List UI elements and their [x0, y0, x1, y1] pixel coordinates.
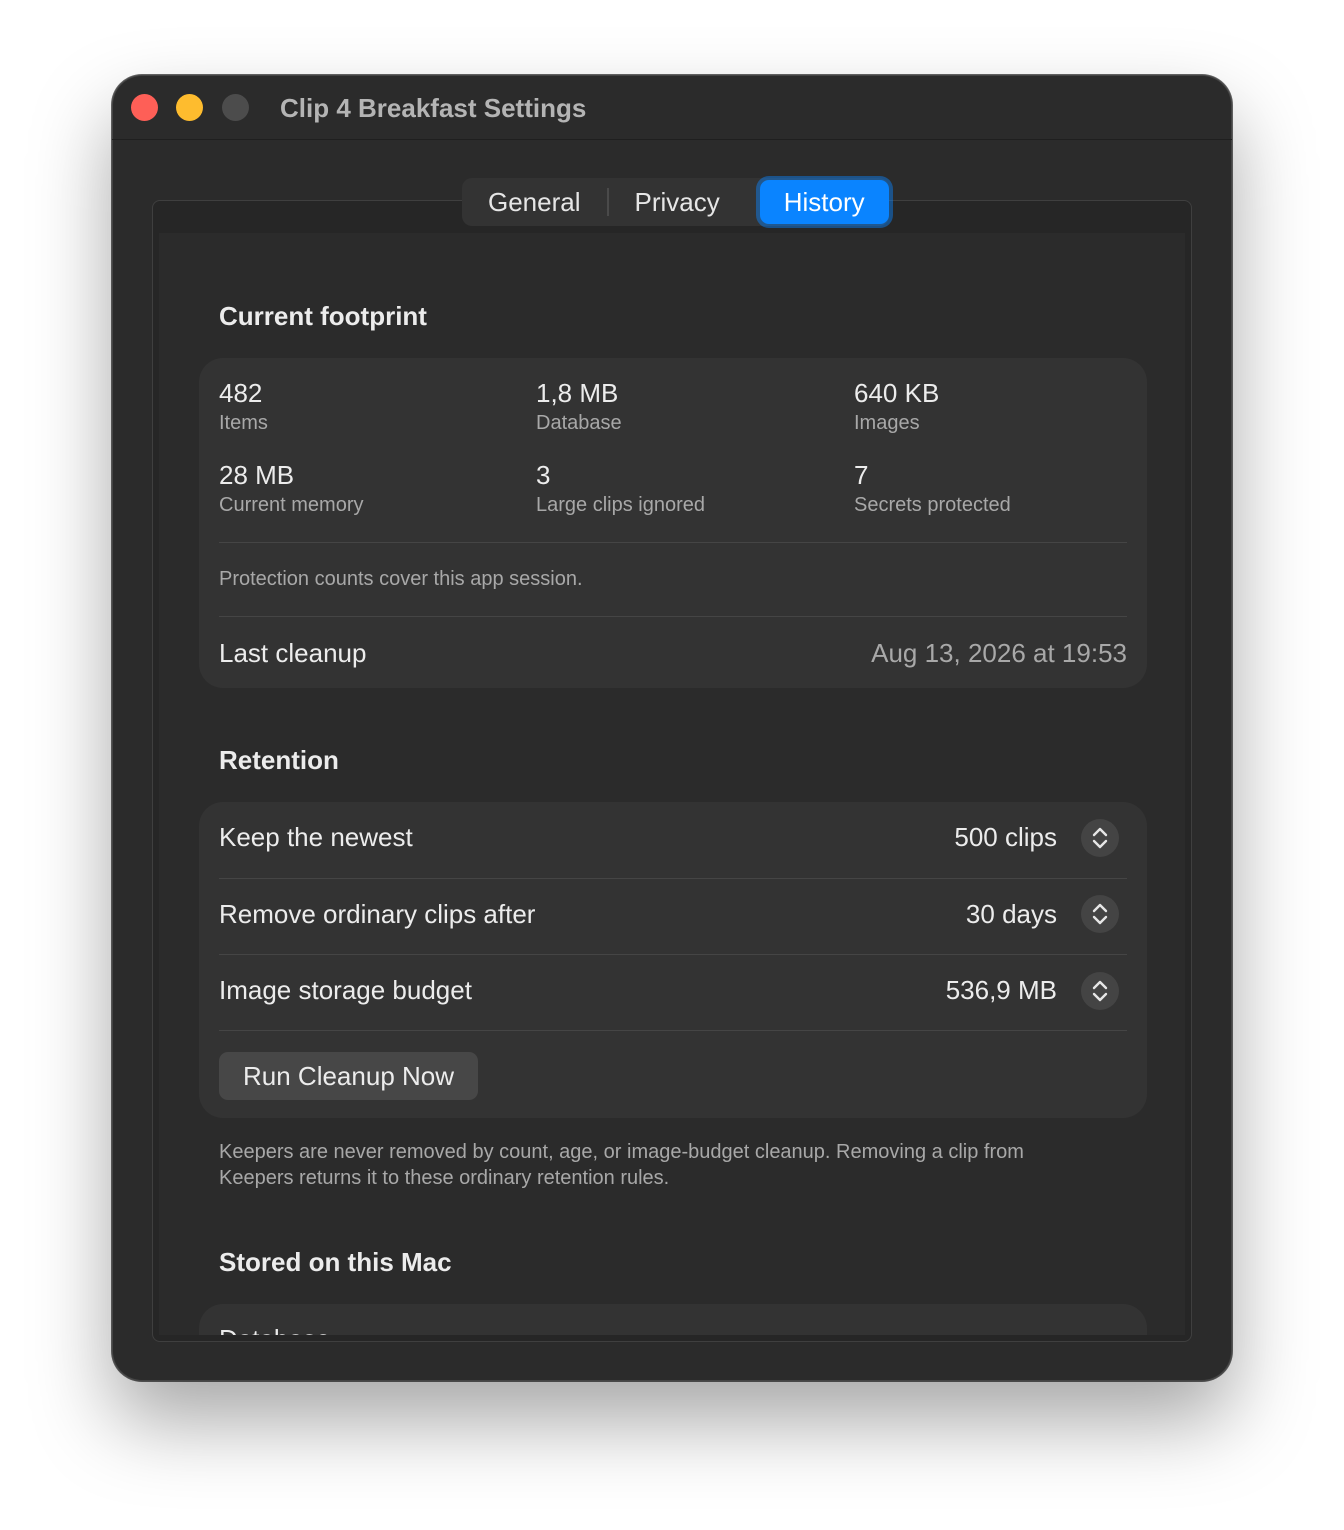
settings-window: Clip 4 Breakfast Settings Current footpr…: [112, 75, 1232, 1381]
divider: [219, 1030, 1127, 1031]
remove-after-value: 30 days: [965, 899, 1057, 929]
tab-history[interactable]: History: [759, 180, 889, 224]
stored-card: Database: [199, 1304, 1147, 1335]
tab-privacy[interactable]: Privacy: [609, 178, 746, 226]
keepers-note-line: Keepers are never removed by count, age,…: [219, 1141, 1024, 1163]
chevron-up-down-icon: [1092, 827, 1108, 849]
stat-secrets-protected: 7 Secrets protected: [854, 460, 1011, 517]
stat-current-memory: 28 MB Current memory: [219, 460, 363, 517]
window-title: Clip 4 Breakfast Settings: [280, 93, 587, 123]
tab-general[interactable]: General: [462, 178, 607, 226]
footprint-card: 482 Items 1,8 MB Database 640 KB Images …: [199, 358, 1147, 688]
close-window-button[interactable]: [131, 94, 158, 121]
remove-after-label: Remove ordinary clips after: [219, 899, 536, 929]
stat-label: Secrets protected: [854, 494, 1011, 516]
divider: [219, 542, 1127, 543]
stat-value: 3: [536, 460, 551, 490]
stat-label: Current memory: [219, 494, 364, 516]
stored-section-title: Stored on this Mac: [219, 1247, 452, 1277]
protection-note: Protection counts cover this app session…: [219, 568, 583, 590]
stat-value: 7: [854, 460, 869, 490]
stat-label: Database: [536, 412, 622, 434]
image-budget-value: 536,9 MB: [945, 975, 1057, 1005]
last-cleanup-value: Aug 13, 2026 at 19:53: [871, 638, 1127, 668]
last-cleanup-label: Last cleanup: [219, 638, 367, 668]
divider: [219, 954, 1127, 955]
minimize-window-button[interactable]: [176, 94, 203, 121]
chevron-up-down-icon: [1092, 980, 1108, 1002]
chevron-up-down-icon: [1092, 903, 1108, 925]
footprint-section-title: Current footprint: [219, 301, 427, 331]
stat-value: 28 MB: [219, 460, 295, 490]
tab-bar: General Privacy History: [462, 178, 889, 226]
keep-newest-value: 500 clips: [954, 822, 1057, 852]
zoom-window-button[interactable]: [222, 94, 249, 121]
stat-label: Large clips ignored: [536, 494, 705, 516]
stat-value: 640 KB: [854, 378, 940, 408]
image-budget-stepper[interactable]: [1081, 972, 1119, 1010]
stat-images: 640 KB Images: [854, 378, 939, 435]
stored-database-label: Database: [219, 1324, 330, 1335]
stat-value: 482: [219, 378, 263, 408]
run-cleanup-button[interactable]: Run Cleanup Now: [219, 1052, 479, 1100]
tab-content: Current footprint 482 Items 1,8 MB Datab…: [159, 233, 1185, 1335]
image-budget-label: Image storage budget: [219, 975, 472, 1005]
stat-database: 1,8 MB Database: [536, 378, 622, 435]
divider: [219, 616, 1127, 617]
divider: [219, 878, 1127, 879]
keepers-note: Keepers are never removed by count, age,…: [219, 1139, 1024, 1191]
stat-items: 482 Items: [219, 378, 268, 435]
stat-large-clips-ignored: 3 Large clips ignored: [536, 460, 705, 517]
keep-newest-label: Keep the newest: [219, 822, 413, 852]
stat-label: Items: [219, 412, 268, 434]
stat-label: Images: [854, 412, 920, 434]
title-bar: Clip 4 Breakfast Settings: [112, 75, 1232, 140]
keepers-note-line: Keepers returns it to these ordinary ret…: [219, 1167, 670, 1189]
retention-card: Keep the newest 500 clips Remove ordinar…: [199, 802, 1147, 1118]
retention-section-title: Retention: [219, 745, 339, 775]
stat-value: 1,8 MB: [536, 378, 619, 408]
keep-newest-stepper[interactable]: [1081, 819, 1119, 857]
tab-panel: Current footprint 482 Items 1,8 MB Datab…: [152, 200, 1192, 1342]
remove-after-stepper[interactable]: [1081, 895, 1119, 933]
